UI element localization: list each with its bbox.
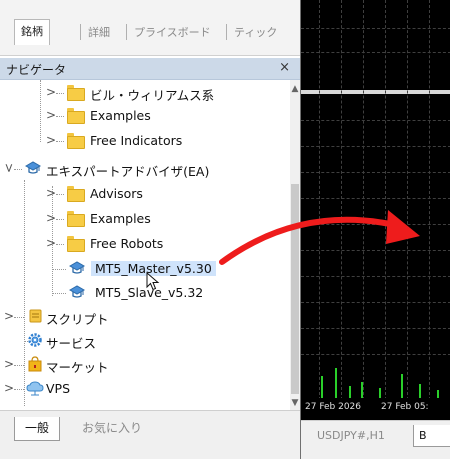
mouse-cursor-icon — [146, 272, 160, 291]
expand-icon[interactable]: > — [46, 186, 56, 200]
volume-area — [301, 0, 450, 398]
expand-icon[interactable]: > — [4, 309, 14, 323]
collapse-icon[interactable]: > — [2, 163, 16, 173]
volume-bar — [379, 388, 381, 398]
tab-symbols[interactable]: 銘柄 — [14, 19, 50, 45]
scroll-up-icon[interactable]: ▲ — [290, 84, 300, 94]
expert-advisor-icon — [68, 260, 86, 276]
volume-bar — [437, 390, 439, 398]
shopping-bag-icon — [26, 356, 44, 372]
expand-icon[interactable]: > — [46, 133, 56, 147]
folder-icon — [66, 210, 85, 227]
volume-bar — [349, 386, 351, 398]
tab-price-board[interactable]: プライスボード — [134, 22, 211, 44]
tree-item-advisors[interactable]: > Advisors — [0, 183, 290, 205]
tab-ticks[interactable]: ティック — [234, 22, 277, 44]
tree-item-label: Examples — [90, 211, 151, 226]
tree-item-examples-indicators[interactable]: > Examples — [0, 105, 290, 127]
tab-separator — [126, 24, 127, 40]
tree-item-label: VPS — [46, 381, 71, 396]
time-axis: 27 Feb 2026 27 Feb 05: — [301, 398, 450, 420]
tree-scrollbar[interactable]: ▲ ▼ — [290, 80, 300, 410]
folder-icon — [66, 235, 85, 252]
folder-icon — [66, 185, 85, 202]
volume-bar — [401, 374, 403, 398]
tree-item-vps[interactable]: > VPS — [0, 378, 290, 400]
tree-item-mt5-master[interactable]: MT5_Master_v5.30 — [0, 258, 290, 280]
time-label: 27 Feb 2026 — [305, 402, 362, 412]
tab-chart-usdjpy[interactable]: USDJPY#,H1 — [317, 425, 385, 447]
scroll-down-icon[interactable]: ▼ — [290, 398, 300, 408]
tree-item-label: Free Indicators — [90, 133, 183, 148]
tree-item-free-indicators[interactable]: > Free Indicators — [0, 130, 290, 152]
tab-separator — [226, 24, 227, 40]
expert-advisor-icon — [24, 160, 42, 176]
folder-icon — [66, 132, 85, 149]
navigator-tree: > ビル・ウィリアムス系 > Examples > Free Indicator… — [0, 80, 290, 410]
chart-tabs: USDJPY#,H1 B — [301, 420, 450, 459]
tree-item-market[interactable]: > マーケット — [0, 354, 290, 376]
expand-icon[interactable]: > — [4, 381, 14, 395]
tree-item-label: ビル・ウィリアムス系 — [90, 88, 215, 103]
time-label: 27 Feb 05: — [381, 402, 429, 412]
cloud-icon — [26, 380, 44, 396]
close-icon[interactable]: × — [279, 60, 290, 75]
tree-item-label: Free Robots — [90, 236, 164, 251]
volume-bar — [321, 376, 323, 398]
tree-item-services[interactable]: サービス — [0, 330, 290, 352]
volume-bar — [361, 382, 363, 398]
navigator-title: ナビゲータ — [6, 63, 67, 77]
expand-icon[interactable]: > — [46, 108, 56, 122]
symbols-tab-strip: 銘柄 詳細 プライスボード ティック — [0, 0, 300, 56]
tab-favorites[interactable]: お気に入り — [82, 417, 142, 441]
tab-separator — [80, 24, 81, 40]
expert-advisor-icon — [68, 284, 86, 300]
tree-item-mt5-slave[interactable]: MT5_Slave_v5.32 — [0, 282, 290, 304]
scrollbar-thumb[interactable] — [291, 184, 299, 394]
folder-icon — [66, 107, 85, 124]
tree-item-label: Advisors — [90, 186, 143, 201]
expand-icon[interactable]: > — [46, 236, 56, 250]
price-chart[interactable]: 27 Feb 2026 27 Feb 05: USDJPY#,H1 B — [300, 0, 450, 459]
tree-item-label: エキスパートアドバイザ(EA) — [46, 164, 210, 179]
expand-icon[interactable]: > — [46, 85, 56, 99]
tree-item-examples-ea[interactable]: > Examples — [0, 208, 290, 230]
folder-icon — [66, 84, 85, 101]
script-icon — [26, 308, 44, 324]
expand-icon[interactable]: > — [4, 357, 14, 371]
navigator-header: ナビゲータ × — [0, 58, 300, 80]
tree-item-label: マーケット — [46, 360, 109, 375]
tree-item-expert-advisors[interactable]: > エキスパートアドバイザ(EA) — [0, 158, 290, 180]
tree-item-bill-williams[interactable]: > ビル・ウィリアムス系 — [0, 82, 290, 104]
tab-details[interactable]: 詳細 — [88, 22, 110, 44]
expand-icon[interactable]: > — [46, 211, 56, 225]
tree-item-scripts[interactable]: > スクリプト — [0, 306, 290, 328]
tree-item-label: Examples — [90, 108, 151, 123]
volume-bar — [335, 368, 337, 398]
tree-item-label: サービス — [46, 336, 97, 351]
gear-icon — [26, 332, 44, 348]
volume-bar — [419, 384, 421, 398]
tree-item-free-robots[interactable]: > Free Robots — [0, 233, 290, 255]
navigator-bottom-tabs: 一般 お気に入り — [0, 410, 300, 459]
tab-common[interactable]: 一般 — [14, 417, 61, 441]
tab-chart-other[interactable]: B — [413, 425, 450, 447]
tree-item-label: スクリプト — [46, 312, 109, 327]
